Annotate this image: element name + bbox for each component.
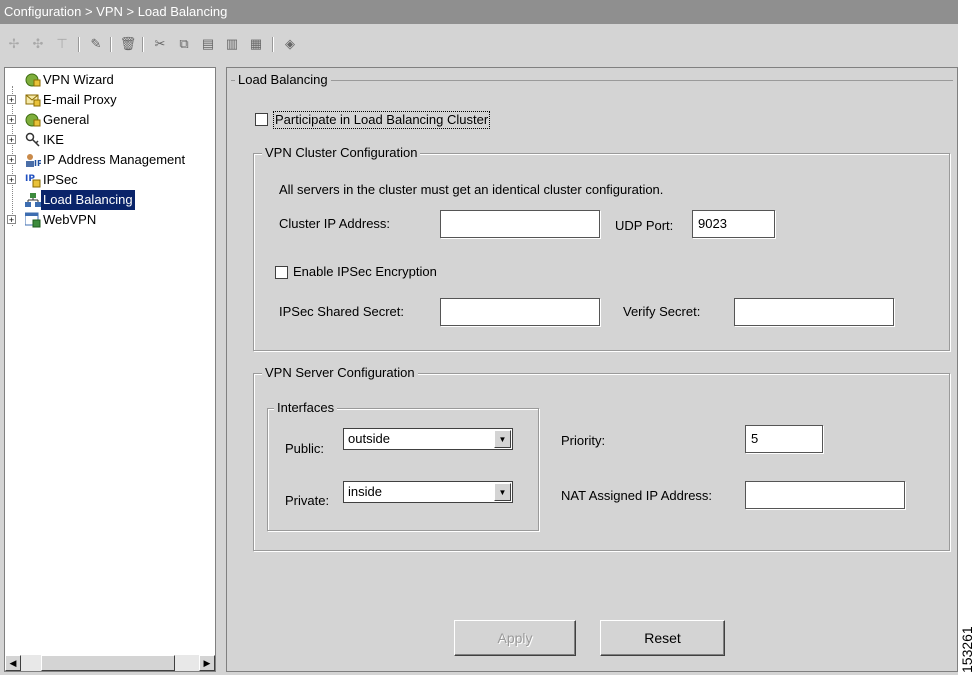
panel-title: Load Balancing bbox=[235, 72, 331, 88]
toolbar-separator bbox=[142, 37, 144, 52]
toolbar-separator bbox=[78, 37, 80, 52]
add-child-icon[interactable]: ✣ bbox=[28, 34, 48, 54]
expand-icon[interactable]: + bbox=[7, 155, 16, 165]
chevron-down-icon[interactable]: ▼ bbox=[494, 483, 511, 501]
tree-item-label: WebVPN bbox=[43, 212, 97, 227]
reset-button[interactable]: Reset bbox=[600, 620, 725, 656]
udp-port-label: UDP Port: bbox=[615, 218, 674, 233]
paste-before-icon[interactable]: ▦ bbox=[246, 34, 266, 54]
tree-item-load-balancing[interactable]: Load Balancing bbox=[5, 190, 215, 210]
wizard-icon bbox=[25, 72, 41, 88]
general-icon bbox=[25, 112, 41, 128]
load-balancing-panel: Load Balancing Participate in Load Balan… bbox=[226, 67, 958, 672]
toolbar: ✢ ✣ ⊤ ✎ 🗑 ✂ ⧉ ▤ ▥ ▦ ◈ bbox=[0, 24, 958, 62]
tree-item-label: E-mail Proxy bbox=[43, 92, 117, 107]
private-label: Private: bbox=[285, 493, 330, 508]
copy-icon[interactable]: ⧉ bbox=[174, 34, 194, 54]
expand-icon[interactable]: + bbox=[7, 115, 16, 125]
expand-icon[interactable]: + bbox=[7, 175, 16, 185]
breadcrumb: Configuration > VPN > Load Balancing bbox=[0, 0, 958, 24]
delete-icon[interactable]: 🗑 bbox=[118, 34, 138, 54]
verify-secret-label: Verify Secret: bbox=[623, 304, 701, 319]
scroll-left-icon[interactable]: ◀ bbox=[5, 655, 21, 671]
nat-ip-label: NAT Assigned IP Address: bbox=[561, 488, 713, 503]
paste-after-icon[interactable]: ▥ bbox=[222, 34, 242, 54]
tree-item-label: General bbox=[43, 112, 90, 127]
ip-address-icon: IP bbox=[25, 152, 43, 168]
public-label: Public: bbox=[285, 441, 325, 456]
participate-label[interactable]: Participate in Load Balancing Cluster bbox=[273, 111, 491, 129]
tree-horizontal-scrollbar[interactable]: ◀ ▶ bbox=[5, 655, 215, 671]
scroll-right-icon[interactable]: ▶ bbox=[199, 655, 215, 671]
public-interface-value: outside bbox=[348, 431, 390, 446]
private-interface-value: inside bbox=[348, 484, 382, 499]
participate-checkbox[interactable] bbox=[255, 113, 268, 126]
ipsec-icon: IP bbox=[25, 172, 41, 188]
insert-icon[interactable]: ⊤ bbox=[52, 34, 72, 54]
expand-icon[interactable]: + bbox=[7, 215, 16, 225]
priority-label: Priority: bbox=[561, 433, 606, 448]
email-icon bbox=[25, 92, 41, 108]
cluster-ip-input[interactable] bbox=[440, 210, 600, 238]
tree-item-vpn-wizard[interactable]: VPN Wizard bbox=[5, 70, 215, 90]
public-interface-select[interactable]: outside ▼ bbox=[343, 428, 513, 450]
paste-icon[interactable]: ▤ bbox=[198, 34, 218, 54]
navigation-tree[interactable]: VPN Wizard + E-mail Proxy + General + IK… bbox=[4, 67, 216, 672]
find-icon[interactable]: ◈ bbox=[280, 34, 300, 54]
scroll-thumb[interactable] bbox=[41, 655, 175, 671]
server-config-title: VPN Server Configuration bbox=[262, 365, 418, 381]
interfaces-title: Interfaces bbox=[274, 400, 338, 416]
shared-secret-label: IPSec Shared Secret: bbox=[279, 304, 405, 319]
cluster-note: All servers in the cluster must get an i… bbox=[279, 182, 664, 197]
verify-secret-input[interactable] bbox=[734, 298, 894, 326]
add-icon[interactable]: ✢ bbox=[4, 34, 24, 54]
expand-icon[interactable]: + bbox=[7, 135, 16, 145]
toolbar-separator bbox=[272, 37, 274, 52]
figure-number: 153261 bbox=[956, 615, 978, 675]
shared-secret-input[interactable] bbox=[440, 298, 600, 326]
tree-item-label: VPN Wizard bbox=[43, 72, 114, 87]
cut-icon[interactable]: ✂ bbox=[150, 34, 170, 54]
expand-icon[interactable]: + bbox=[7, 95, 16, 105]
tree-item-general[interactable]: + General bbox=[5, 110, 215, 130]
tree-item-label: IKE bbox=[43, 132, 64, 147]
tree-item-label: Load Balancing bbox=[41, 190, 135, 210]
svg-text:IP: IP bbox=[34, 159, 41, 168]
tree-item-ike[interactable]: + IKE bbox=[5, 130, 215, 150]
enable-encryption-checkbox[interactable] bbox=[275, 266, 288, 279]
tree-item-webvpn[interactable]: + WebVPN bbox=[5, 210, 215, 230]
figure-number-text: 153261 bbox=[959, 626, 975, 673]
ike-icon bbox=[25, 132, 41, 148]
edit-icon[interactable]: ✎ bbox=[86, 34, 106, 54]
nat-ip-input[interactable] bbox=[745, 481, 905, 509]
interfaces-group: Interfaces bbox=[267, 400, 539, 531]
load-balancing-icon bbox=[25, 192, 41, 208]
udp-port-input[interactable]: 9023 bbox=[692, 210, 775, 238]
tree-item-ipsec[interactable]: + IP IPSec bbox=[5, 170, 215, 190]
tree-item-label: IP Address Management bbox=[43, 152, 186, 167]
tree-item-email-proxy[interactable]: + E-mail Proxy bbox=[5, 90, 215, 110]
chevron-down-icon[interactable]: ▼ bbox=[494, 430, 511, 448]
webvpn-icon bbox=[24, 212, 41, 228]
private-interface-select[interactable]: inside ▼ bbox=[343, 481, 513, 503]
enable-encryption-label: Enable IPSec Encryption bbox=[293, 264, 437, 279]
cluster-config-title: VPN Cluster Configuration bbox=[262, 145, 421, 161]
priority-input[interactable]: 5 bbox=[745, 425, 823, 453]
toolbar-separator bbox=[110, 37, 112, 52]
tree-item-ip-address-management[interactable]: + IP IP Address Management bbox=[5, 150, 215, 170]
cluster-ip-label: Cluster IP Address: bbox=[279, 216, 391, 231]
apply-button[interactable]: Apply bbox=[454, 620, 576, 656]
tree-item-label: IPSec bbox=[43, 172, 78, 187]
